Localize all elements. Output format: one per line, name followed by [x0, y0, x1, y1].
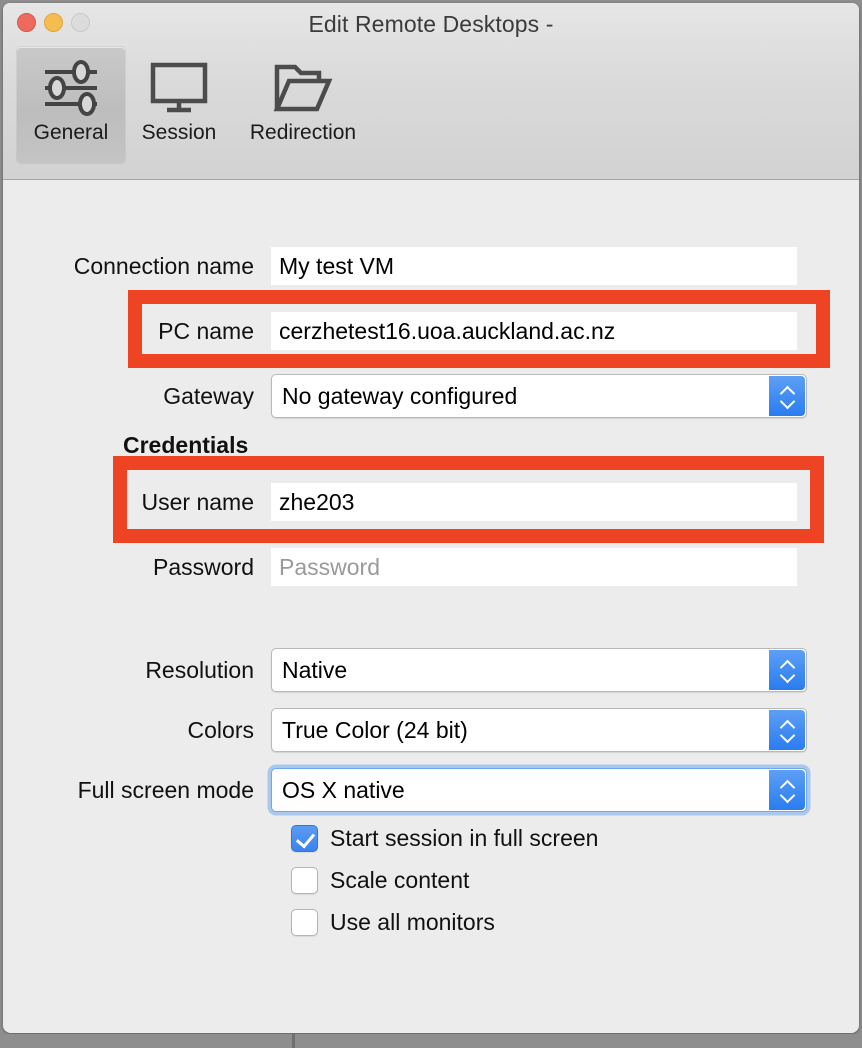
window-title: Edit Remote Desktops - — [308, 11, 554, 37]
connection-name-input[interactable]: My test VM — [271, 247, 797, 285]
chevron-down-icon — [780, 792, 795, 800]
pc-name-input[interactable]: cerzhetest16.uoa.auckland.ac.nz — [271, 312, 797, 350]
gateway-label: Gateway — [163, 382, 254, 409]
gateway-stepper-icon[interactable] — [769, 376, 805, 416]
credentials-heading: Credentials — [123, 431, 249, 458]
password-row: Password Password — [3, 547, 859, 587]
colors-stepper-icon[interactable] — [769, 710, 805, 750]
chevron-down-icon — [780, 398, 795, 406]
start-session-fullscreen-checkbox[interactable] — [291, 825, 318, 852]
edit-remote-desktops-window: Edit Remote Desktops - General Session R… — [3, 3, 859, 1033]
sliders-icon — [40, 57, 102, 119]
user-name-label: User name — [141, 488, 254, 515]
gateway-select[interactable]: No gateway configured — [271, 374, 807, 418]
background-window-strip — [0, 1034, 862, 1048]
credentials-heading-row: Credentials — [3, 430, 859, 460]
full-screen-mode-stepper-icon[interactable] — [769, 770, 805, 810]
scale-content-checkbox-row[interactable]: Scale content — [291, 867, 469, 894]
full-screen-mode-select[interactable]: OS X native — [271, 768, 807, 812]
gateway-row: Gateway No gateway configured — [3, 374, 859, 418]
password-input[interactable]: Password — [271, 548, 797, 586]
window-chrome: Edit Remote Desktops - General Session R… — [3, 3, 859, 180]
connection-name-label: Connection name — [73, 252, 254, 279]
toolbar-item-general-label: General — [33, 121, 109, 144]
gateway-value: No gateway configured — [282, 382, 518, 409]
monitor-icon — [147, 57, 211, 119]
background-window-seam — [292, 1034, 295, 1048]
use-all-monitors-checkbox-row[interactable]: Use all monitors — [291, 909, 495, 936]
pc-name-row: PC name cerzhetest16.uoa.auckland.ac.nz — [3, 311, 859, 351]
scale-content-label: Scale content — [330, 867, 470, 893]
chevron-down-icon — [780, 732, 795, 740]
resolution-select[interactable]: Native — [271, 648, 807, 692]
user-name-row: User name zhe203 — [3, 482, 859, 522]
toolbar-item-session[interactable]: Session — [125, 47, 233, 163]
colors-row: Colors True Color (24 bit) — [3, 708, 859, 752]
colors-value: True Color (24 bit) — [282, 716, 468, 743]
colors-label: Colors — [187, 716, 254, 743]
start-session-fullscreen-label: Start session in full screen — [330, 825, 599, 851]
start-session-fullscreen-checkbox-row[interactable]: Start session in full screen — [291, 825, 598, 852]
resolution-value: Native — [282, 656, 348, 683]
toolbar-item-redirection-label: Redirection — [249, 121, 357, 144]
open-folder-icon — [271, 57, 335, 119]
full-screen-mode-value: OS X native — [282, 776, 405, 803]
resolution-row: Resolution Native — [3, 648, 859, 692]
full-screen-mode-row: Full screen mode OS X native — [3, 768, 859, 812]
scale-content-checkbox[interactable] — [291, 867, 318, 894]
toolbar-item-session-label: Session — [141, 121, 217, 144]
screenshot-root: Edit Remote Desktops - General Session R… — [0, 0, 862, 1048]
connection-name-row: Connection name My test VM — [3, 246, 859, 286]
toolbar: General Session Redirection — [3, 47, 373, 173]
general-settings-panel: Connection name My test VM PC name cerzh… — [3, 180, 859, 1033]
chevron-down-icon — [780, 672, 795, 680]
full-screen-mode-label: Full screen mode — [77, 776, 254, 803]
pc-name-label: PC name — [158, 317, 254, 344]
colors-select[interactable]: True Color (24 bit) — [271, 708, 807, 752]
toolbar-item-general[interactable]: General — [17, 47, 125, 163]
use-all-monitors-label: Use all monitors — [330, 909, 495, 935]
user-name-input[interactable]: zhe203 — [271, 483, 797, 521]
use-all-monitors-checkbox[interactable] — [291, 909, 318, 936]
password-label: Password — [153, 553, 254, 580]
toolbar-item-redirection[interactable]: Redirection — [233, 47, 373, 163]
resolution-label: Resolution — [145, 656, 254, 683]
resolution-stepper-icon[interactable] — [769, 650, 805, 690]
